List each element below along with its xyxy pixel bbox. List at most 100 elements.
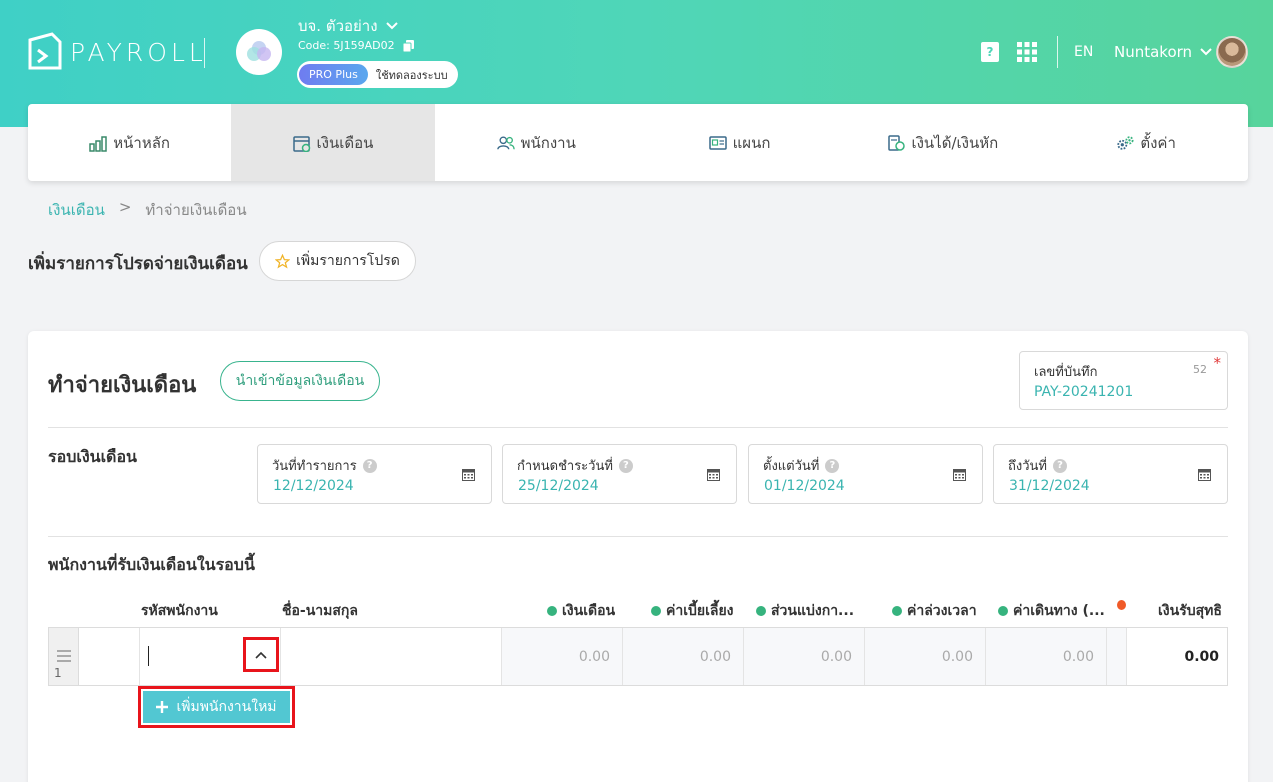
company-switcher[interactable]: บจ. ตัวอย่าง	[298, 14, 398, 38]
avatar[interactable]	[1216, 36, 1248, 68]
row-number: 1	[54, 666, 62, 680]
breadcrumb-current: ทำจ่ายเงินเดือน	[145, 201, 247, 219]
end-date-field[interactable]: ถึงวันที่? 31/12/2024	[993, 444, 1228, 504]
calendar-icon[interactable]	[462, 468, 475, 481]
apps-grid-icon[interactable]	[1017, 36, 1037, 68]
nav-item-label: ตั้งค่า	[1140, 133, 1176, 152]
nav-item-label: พนักงาน	[520, 133, 576, 152]
travel-cell[interactable]: 0.00	[986, 628, 1107, 685]
income-dot	[651, 606, 661, 616]
plan-status: ใช้ทดลองระบบ	[375, 68, 448, 82]
nav-item-label: เงินเดือน	[316, 133, 374, 152]
plan-indicator[interactable]: PRO Plus ใช้ทดลองระบบ	[297, 61, 458, 88]
chart-icon	[89, 135, 108, 152]
salary-cell[interactable]: 0.00	[502, 628, 623, 685]
breadcrumb: เงินเดือน > ทำจ่ายเงินเดือน	[48, 198, 247, 222]
chevron-up-icon	[255, 651, 267, 659]
allowance-cell[interactable]: 0.00	[623, 628, 744, 685]
overtime-cell[interactable]: 0.00	[865, 628, 986, 685]
coins-icon	[888, 134, 906, 151]
language-switch[interactable]: EN	[1074, 36, 1093, 68]
help-icon[interactable]: ?	[618, 458, 633, 473]
drag-handle-icon	[57, 650, 71, 665]
star-icon	[275, 253, 291, 269]
import-salary-button[interactable]: นำเข้าข้อมูลเงินเดือน	[220, 361, 380, 401]
employee-name-cell[interactable]	[281, 628, 502, 685]
nav-item-employees[interactable]: พนักงาน	[435, 104, 638, 181]
row-drag-handle[interactable]: 1	[49, 628, 79, 685]
id-card-icon	[708, 135, 727, 150]
header-divider-right	[1057, 36, 1058, 68]
company-code-row: Code: 5J159AD02	[298, 39, 414, 52]
plus-icon	[156, 701, 169, 713]
nav-item-departments[interactable]: แผนก	[638, 104, 841, 181]
net-pay-cell: 0.00	[1184, 648, 1219, 665]
date-label: ถึงวันที่?	[1008, 455, 1067, 476]
copy-icon[interactable]	[402, 39, 414, 52]
page-title: ทำจ่ายเงินเดือน	[48, 373, 197, 398]
column-header-overtime: ค่าล่วงเวลา	[892, 600, 977, 622]
deduction-cell-partial[interactable]	[1107, 628, 1127, 685]
company-logo[interactable]	[236, 29, 282, 75]
nav-item-label: เงินได้/เงินหัก	[911, 133, 999, 152]
nav-item-label: แผนก	[732, 133, 771, 152]
employee-dropdown-toggle[interactable]	[243, 637, 279, 672]
start-date-field[interactable]: ตั้งแต่วันที่? 01/12/2024	[748, 444, 983, 504]
record-number-label: เลขที่บันทึก	[1034, 365, 1098, 380]
chevron-down-icon	[1200, 48, 1212, 56]
column-header-name: ชื่อ-นามสกุล	[282, 603, 358, 619]
user-name: Nuntakorn	[1114, 43, 1193, 61]
breadcrumb-separator: >	[118, 198, 132, 216]
favorite-title: เพิ่มรายการโปรดจ่ายเงินเดือน	[28, 254, 248, 274]
help-icon[interactable]: ?	[825, 458, 840, 473]
brand-name: PAYROLL	[70, 37, 207, 67]
company-name: บจ. ตัวอย่าง	[298, 17, 378, 35]
company-logo-icon	[247, 41, 271, 61]
add-favorite-button[interactable]: เพิ่มรายการโปรด	[259, 241, 416, 281]
calendar-icon[interactable]	[953, 468, 966, 481]
nav-item-label: หน้าหลัก	[113, 133, 171, 152]
payroll-logo[interactable]: PAYROLL	[28, 32, 207, 72]
users-icon	[496, 135, 515, 149]
commission-cell[interactable]: 0.00	[744, 628, 865, 685]
svg-text:?: ?	[987, 45, 994, 59]
date-value: 25/12/2024	[518, 478, 599, 494]
column-header-net: เงินรับสุทธิ	[1158, 603, 1222, 619]
breadcrumb-parent[interactable]: เงินเดือน	[48, 198, 105, 222]
due-date-field[interactable]: กำหนดชำระวันที่? 25/12/2024	[502, 444, 737, 504]
column-header-commission: ส่วนแบ่งกา...	[756, 600, 854, 622]
required-mark: *	[1213, 354, 1222, 372]
table-row: 1 0.00 0.00 0.00 0.00 0.00 0.00	[48, 627, 1228, 686]
nav-item-home[interactable]: หน้าหลัก	[28, 104, 231, 181]
record-char-count: 52	[1193, 363, 1207, 376]
employees-section-title: พนักงานที่รับเงินเดือนในรอบนี้	[48, 555, 255, 574]
column-header-deduction-partial	[1117, 600, 1126, 610]
column-header-allowance: ค่าเบี้ยเลี้ยง	[651, 600, 734, 622]
add-employee-button[interactable]: เพิ่มพนักงานใหม่	[138, 686, 295, 728]
help-book-icon[interactable]: ?	[981, 36, 999, 68]
payroll-logo-icon	[28, 32, 62, 70]
income-dot	[547, 606, 557, 616]
row-blank-cell	[79, 628, 140, 685]
record-number-field[interactable]: เลขที่บันทึก 52 * PAY-20241201	[1019, 351, 1228, 410]
calendar-icon[interactable]	[707, 468, 720, 481]
add-employee-label: เพิ่มพนักงานใหม่	[176, 699, 277, 715]
nav-item-settings[interactable]: ตั้งค่า	[1044, 104, 1247, 181]
help-icon[interactable]: ?	[1052, 458, 1067, 473]
date-label: กำหนดชำระวันที่?	[517, 455, 633, 476]
date-value: 12/12/2024	[273, 478, 354, 494]
nav-item-payroll[interactable]: เงินเดือน	[231, 104, 435, 181]
user-menu[interactable]: Nuntakorn	[1114, 36, 1212, 68]
calendar-icon[interactable]	[1198, 468, 1211, 481]
section-divider	[48, 427, 1228, 428]
gears-icon	[1117, 135, 1134, 150]
transaction-date-field[interactable]: วันที่ทำรายการ? 12/12/2024	[257, 444, 492, 504]
calendar-money-icon	[292, 135, 310, 152]
help-icon[interactable]: ?	[362, 458, 377, 473]
text-caret	[148, 646, 149, 666]
add-favorite-label: เพิ่มรายการโปรด	[296, 253, 400, 269]
main-nav: หน้าหลัก เงินเดือน พนักงาน แผนก เงินได้/…	[28, 104, 1248, 181]
nav-item-income-deduction[interactable]: เงินได้/เงินหัก	[841, 104, 1044, 181]
column-header-salary: เงินเดือน	[547, 600, 615, 622]
date-value: 01/12/2024	[764, 478, 845, 494]
